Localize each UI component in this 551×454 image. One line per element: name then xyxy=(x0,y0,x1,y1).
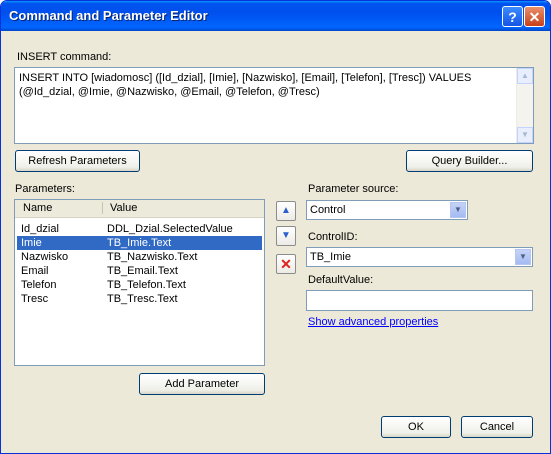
arrow-down-icon: ▼ xyxy=(281,230,291,241)
insert-command-text: INSERT INTO [wiadomosc] ([Id_dzial], [Im… xyxy=(19,72,472,98)
chevron-down-icon[interactable]: ▼ xyxy=(450,202,466,218)
table-row[interactable]: Telefon TB_Telefon.Text xyxy=(17,278,262,292)
add-parameter-button[interactable]: Add Parameter xyxy=(139,373,265,395)
parameter-value: DDL_Dzial.SelectedValue xyxy=(107,223,233,235)
delete-x-icon: ✕ xyxy=(280,256,292,272)
close-button[interactable]: ✕ xyxy=(524,6,545,27)
table-row[interactable]: Email TB_Email.Text xyxy=(17,264,262,278)
column-separator[interactable] xyxy=(102,202,103,214)
parameter-value: TB_Nazwisko.Text xyxy=(107,251,198,263)
column-header-name[interactable]: Name xyxy=(23,202,52,214)
parameters-label: Parameters: xyxy=(15,183,75,195)
parameter-value: TB_Email.Text xyxy=(107,265,178,277)
control-id-select[interactable]: TB_Imie ▼ xyxy=(306,247,533,267)
parameter-source-label: Parameter source: xyxy=(308,183,399,195)
table-row[interactable]: Tresc TB_Tresc.Text xyxy=(17,292,262,306)
parameter-name: Imie xyxy=(21,237,42,249)
default-value-field[interactable] xyxy=(306,290,533,311)
parameter-value: TB_Telefon.Text xyxy=(107,279,186,291)
parameters-list-header: Name Value xyxy=(15,200,264,218)
table-row[interactable]: Nazwisko TB_Nazwisko.Text xyxy=(17,250,262,264)
title-bar[interactable]: Command and Parameter Editor ? ✕ xyxy=(1,1,550,31)
parameter-name: Id_dzial xyxy=(21,223,59,235)
dialog-title: Command and Parameter Editor xyxy=(9,8,208,23)
move-down-button[interactable]: ▼ xyxy=(276,226,296,246)
parameter-value: TB_Tresc.Text xyxy=(107,293,178,305)
chevron-down-icon[interactable]: ▼ xyxy=(515,249,531,265)
parameter-value: TB_Imie.Text xyxy=(107,237,172,249)
parameter-name: Nazwisko xyxy=(21,251,69,263)
control-id-value: TB_Imie xyxy=(310,251,351,263)
scroll-down-icon[interactable]: ▼ xyxy=(517,127,533,143)
scroll-up-icon[interactable]: ▲ xyxy=(517,68,533,84)
parameter-name: Telefon xyxy=(21,279,57,291)
show-advanced-properties-link[interactable]: Show advanced properties xyxy=(308,316,438,328)
query-builder-button[interactable]: Query Builder... xyxy=(406,150,533,172)
parameter-source-select[interactable]: Control ▼ xyxy=(306,200,468,220)
parameter-name: Email xyxy=(21,265,49,277)
move-up-button[interactable]: ▲ xyxy=(276,201,296,221)
help-button[interactable]: ? xyxy=(502,6,523,27)
parameters-list[interactable]: Name Value Id_dzial DDL_Dzial.SelectedVal… xyxy=(14,199,265,366)
refresh-parameters-button[interactable]: Refresh Parameters xyxy=(15,150,140,172)
insert-command-textarea[interactable]: INSERT INTO [wiadomosc] ([Id_dzial], [Im… xyxy=(14,67,534,144)
cancel-button[interactable]: Cancel xyxy=(461,416,533,438)
parameter-source-value: Control xyxy=(310,204,346,216)
column-header-value[interactable]: Value xyxy=(110,202,137,214)
control-id-label: ControlID: xyxy=(308,231,358,243)
arrow-up-icon: ▲ xyxy=(281,205,291,216)
insert-command-label: INSERT command: xyxy=(17,51,112,63)
table-row[interactable]: Id_dzial DDL_Dzial.SelectedValue xyxy=(17,222,262,236)
default-value-label: DefaultValue: xyxy=(308,274,374,286)
ok-button[interactable]: OK xyxy=(381,416,451,438)
table-row[interactable]: Imie TB_Imie.Text xyxy=(17,236,262,250)
command-scrollbar[interactable]: ▲ ▼ xyxy=(516,68,533,143)
parameter-name: Tresc xyxy=(21,293,49,305)
delete-parameter-button[interactable]: ✕ xyxy=(276,254,296,274)
